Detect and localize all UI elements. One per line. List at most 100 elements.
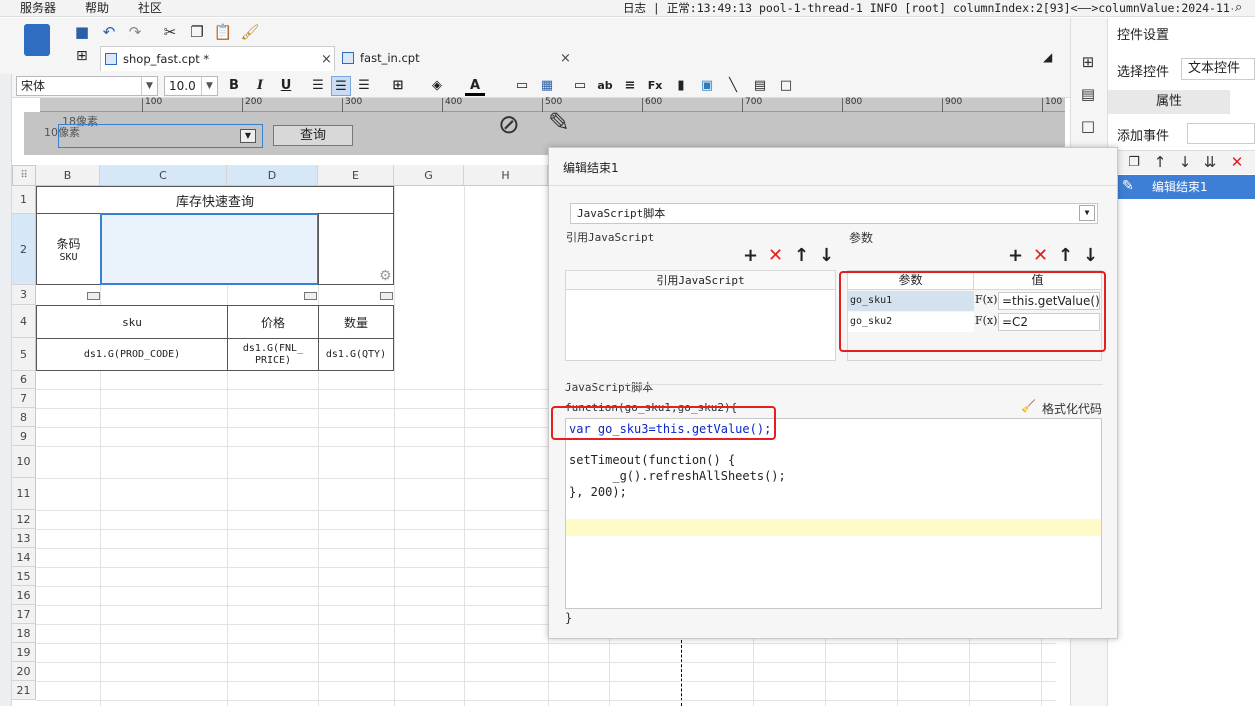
add-icon[interactable]: + xyxy=(1008,245,1023,266)
undo-icon[interactable]: ↶ xyxy=(99,22,119,42)
row-header[interactable]: 1 xyxy=(12,186,36,214)
column-header-g[interactable]: G xyxy=(394,165,464,186)
border-icon[interactable]: ⊞ xyxy=(388,76,408,96)
event-item-edit-end[interactable]: 编辑结束1 xyxy=(1118,175,1255,199)
hidden-eye-icon[interactable]: ⊘ xyxy=(498,110,520,140)
italic-button[interactable]: I xyxy=(250,76,270,96)
broom-icon[interactable]: 🧹 xyxy=(1021,399,1036,413)
tab-fast-in[interactable]: fast_in.cpt × xyxy=(338,46,578,71)
row-header[interactable]: 14 xyxy=(12,548,36,567)
menu-help[interactable]: 帮助 xyxy=(85,0,109,16)
merge-icon[interactable]: ▭ xyxy=(512,76,532,96)
column-header-b[interactable]: B xyxy=(36,165,100,186)
barcode-label-cell[interactable]: 条码 SKU xyxy=(36,213,101,285)
arrow-down-icon[interactable]: ↓ xyxy=(819,245,834,266)
column-header-d[interactable]: D xyxy=(227,165,318,186)
search-icon[interactable]: ⌕ xyxy=(1235,0,1242,15)
header-qty-cell[interactable]: 数量 xyxy=(318,305,394,339)
formula-icon[interactable]: Fx xyxy=(645,76,665,96)
font-color-icon[interactable]: A xyxy=(465,76,485,96)
row-header[interactable]: 16 xyxy=(12,586,36,605)
column-header-c[interactable]: C xyxy=(100,165,227,186)
layout-icon[interactable]: ⊞ xyxy=(1078,52,1098,72)
log-line[interactable]: 日志 | 正常:13:49:13 pool-1-thread-1 INFO [r… xyxy=(623,0,1233,16)
row-header[interactable]: 21 xyxy=(12,681,36,700)
row-header[interactable]: 12 xyxy=(12,510,36,529)
row-header[interactable]: 5 xyxy=(12,338,36,371)
frame-icon[interactable]: □ xyxy=(776,76,796,96)
slash-icon[interactable]: ╲ xyxy=(723,76,743,96)
chart-icon[interactable]: ▮ xyxy=(671,76,691,96)
arrow-down-icon[interactable]: ↓ xyxy=(1175,152,1195,172)
row-header[interactable]: 11 xyxy=(12,478,36,510)
move-bottom-icon[interactable]: ⇊ xyxy=(1200,152,1220,172)
align-right-icon[interactable]: ☰ xyxy=(354,76,374,96)
js-code-editor[interactable]: var go_sku3=this.getValue(); setTimeout(… xyxy=(565,418,1102,609)
sku-combo-widget[interactable]: ▼ xyxy=(58,124,263,148)
barcode-input-cell[interactable] xyxy=(100,213,319,285)
save-icon[interactable]: ■ xyxy=(72,22,92,42)
font-family-select[interactable]: 宋体 ▼ xyxy=(16,76,158,96)
tab-shop-fast[interactable]: shop_fast.cpt * × xyxy=(100,46,335,71)
text-icon[interactable]: ab xyxy=(595,76,615,96)
arrow-up-icon[interactable]: ↑ xyxy=(1150,152,1170,172)
column-header-e[interactable]: E xyxy=(318,165,394,186)
row-header[interactable]: 10 xyxy=(12,446,36,478)
report-title-cell[interactable]: 库存快速查询 xyxy=(36,186,394,214)
format-painter-icon[interactable]: 🖌 xyxy=(240,22,260,42)
underline-button[interactable]: U xyxy=(276,76,296,96)
select-all-corner[interactable]: ⠿ xyxy=(12,165,36,186)
add-icon[interactable]: + xyxy=(743,245,758,266)
row-header[interactable]: 2 xyxy=(12,214,36,285)
arrow-up-icon[interactable]: ↑ xyxy=(1058,245,1073,266)
tab-menu-icon[interactable]: ◢ xyxy=(1043,50,1052,64)
delete-icon[interactable]: ✕ xyxy=(1033,245,1048,266)
query-button[interactable]: 查询 xyxy=(273,125,353,146)
row-header[interactable]: 18 xyxy=(12,624,36,643)
fill-color-icon[interactable]: ◈ xyxy=(427,76,447,96)
header-price-cell[interactable]: 价格 xyxy=(227,305,319,339)
row-header[interactable]: 19 xyxy=(12,643,36,662)
script-type-select[interactable]: JavaScript脚本 ▼ xyxy=(570,203,1098,224)
table-icon[interactable]: ▦ xyxy=(537,76,557,96)
edit-pencil-icon[interactable]: ✎ xyxy=(548,108,570,138)
image-icon[interactable]: ▣ xyxy=(697,76,717,96)
row-header[interactable]: 8 xyxy=(12,408,36,427)
tab-properties[interactable]: 属性 xyxy=(1108,90,1230,114)
formula-sku-cell[interactable]: ds1.G(PROD_CODE) xyxy=(36,338,228,371)
cut-icon[interactable]: ✂ xyxy=(160,22,180,42)
gear-icon[interactable]: ⚙ xyxy=(379,268,392,284)
row-header[interactable]: 6 xyxy=(12,371,36,389)
row-header[interactable]: 17 xyxy=(12,605,36,624)
font-size-select[interactable]: 10.0 ▼ xyxy=(164,76,218,96)
delete-icon[interactable]: ✕ xyxy=(1227,152,1247,172)
select-widget-dropdown[interactable]: 文本控件 xyxy=(1181,58,1255,80)
close-tab-icon[interactable]: × xyxy=(321,47,332,72)
add-event-dropdown[interactable] xyxy=(1187,123,1255,144)
align-left-icon[interactable]: ☰ xyxy=(308,76,328,96)
row-header[interactable]: 13 xyxy=(12,529,36,548)
copy-icon[interactable]: ❐ xyxy=(1124,152,1144,172)
bold-button[interactable]: B xyxy=(224,76,244,96)
formula-price-cell[interactable]: ds1.G(FNL_ PRICE) xyxy=(227,338,319,371)
close-tab-icon[interactable]: × xyxy=(560,46,571,71)
left-collapse-strip[interactable] xyxy=(0,18,12,706)
align-center-icon[interactable]: ☰ xyxy=(331,76,351,96)
paragraph-icon[interactable]: ≡ xyxy=(620,76,640,96)
row-header[interactable]: 9 xyxy=(12,427,36,446)
subreport-icon[interactable]: ▤ xyxy=(750,76,770,96)
redo-icon[interactable]: ↷ xyxy=(125,22,145,42)
textbox-icon[interactable]: ▭ xyxy=(570,76,590,96)
formula-qty-cell[interactable]: ds1.G(QTY) xyxy=(318,338,394,371)
arrow-up-icon[interactable]: ↑ xyxy=(794,245,809,266)
widget-list-icon[interactable]: ▤ xyxy=(1078,84,1098,104)
row-header[interactable]: 3 xyxy=(12,285,36,305)
header-sku-cell[interactable]: sku xyxy=(36,305,228,339)
copy-icon[interactable]: ❐ xyxy=(187,22,207,42)
row-header[interactable]: 7 xyxy=(12,389,36,408)
row-header[interactable]: 15 xyxy=(12,567,36,586)
menu-server[interactable]: 服务器 xyxy=(20,0,56,16)
arrow-down-icon[interactable]: ↓ xyxy=(1083,245,1098,266)
grid-view-icon[interactable]: ⊞ xyxy=(76,48,88,64)
chevron-down-icon[interactable]: ▼ xyxy=(240,129,256,143)
